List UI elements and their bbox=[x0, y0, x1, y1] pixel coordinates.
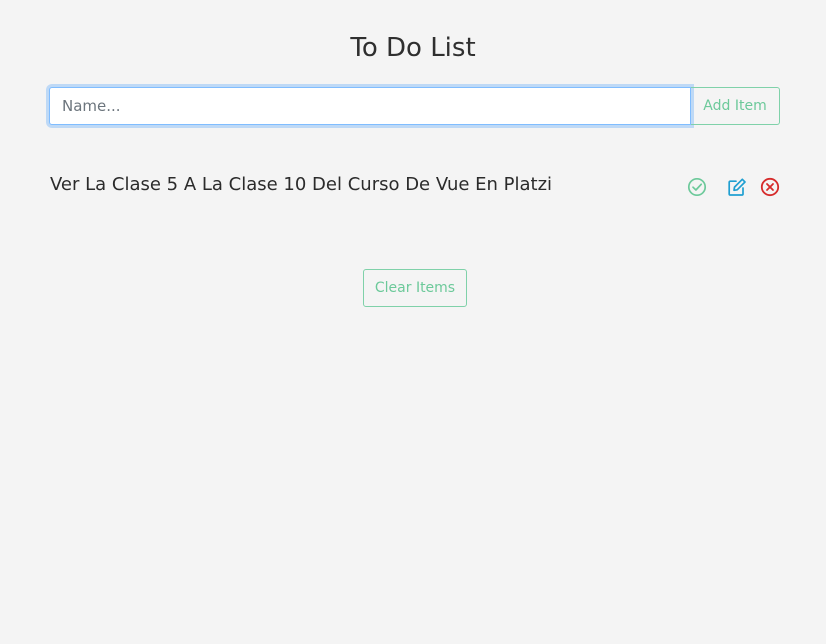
add-item-form: Add Item bbox=[49, 87, 780, 125]
todo-item-text: Ver La Clase 5 A La Clase 10 Del Curso D… bbox=[50, 174, 553, 195]
page-title: To Do List bbox=[350, 33, 476, 63]
name-input[interactable] bbox=[49, 87, 691, 125]
clear-items-button[interactable]: Clear Items bbox=[363, 269, 467, 307]
complete-button[interactable] bbox=[687, 177, 707, 197]
delete-button[interactable] bbox=[760, 177, 780, 197]
todo-item: Ver La Clase 5 A La Clase 10 Del Curso D… bbox=[50, 170, 780, 204]
edit-icon bbox=[727, 177, 747, 197]
add-item-button[interactable]: Add Item bbox=[691, 87, 780, 125]
todo-list: Ver La Clase 5 A La Clase 10 Del Curso D… bbox=[50, 170, 780, 204]
x-circle-icon bbox=[760, 177, 780, 197]
edit-button[interactable] bbox=[727, 177, 747, 197]
todo-app: To Do List Add Item Ver La Clase 5 A La … bbox=[0, 0, 826, 644]
check-circle-icon bbox=[687, 177, 707, 197]
